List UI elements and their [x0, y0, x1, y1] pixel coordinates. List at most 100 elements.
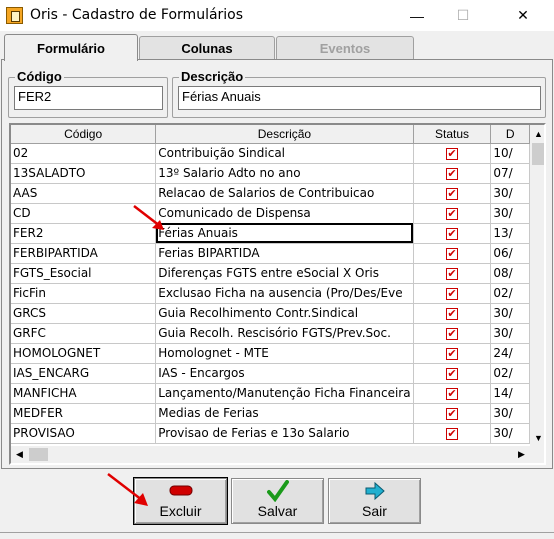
codigo-field[interactable]: FER2 [14, 86, 163, 110]
cell-codigo[interactable]: FGTS_Esocial [11, 263, 157, 284]
cell-descricao[interactable]: Provisao de Ferias e 13o Salario [155, 423, 414, 444]
status-checkbox-icon[interactable]: ✔ [446, 288, 458, 300]
cell-status[interactable]: ✔ [413, 323, 492, 344]
minimize-button[interactable]: — [394, 0, 440, 31]
sair-button[interactable]: Sair [328, 478, 421, 524]
cell-codigo[interactable]: CD [11, 203, 157, 224]
table-row[interactable]: AAS Relacao de Salarios de Contribuicao ✔ 3… [11, 183, 530, 204]
cell-descricao[interactable]: Ferias BIPARTIDA [155, 243, 414, 264]
cell-d[interactable]: 08/ [490, 263, 530, 284]
cell-d[interactable]: 30/ [490, 423, 530, 444]
status-checkbox-icon[interactable]: ✔ [446, 268, 458, 280]
cell-codigo[interactable]: AAS [11, 183, 157, 204]
column-header-descricao[interactable]: Descrição [155, 125, 414, 144]
status-checkbox-icon[interactable]: ✔ [446, 428, 458, 440]
horizontal-scrollbar[interactable]: ◀ ▶ [11, 446, 530, 463]
table-row[interactable]: IAS_ENCARG IAS - Encargos ✔ 02/ [11, 363, 530, 384]
column-header-d[interactable]: D [490, 125, 530, 144]
cell-descricao[interactable]: Férias Anuais [155, 223, 414, 244]
status-checkbox-icon[interactable]: ✔ [446, 168, 458, 180]
table-row[interactable]: 13SALADTO 13º Salario Adto no ano ✔ 07/ [11, 163, 530, 184]
cell-status[interactable]: ✔ [413, 243, 492, 264]
status-checkbox-icon[interactable]: ✔ [446, 408, 458, 420]
cell-d[interactable]: 30/ [490, 303, 530, 324]
table-row[interactable]: PROVISAO Provisao de Ferias e 13o Salario… [11, 423, 530, 444]
vertical-scrollbar[interactable]: ▲ ▼ [530, 125, 544, 446]
cell-codigo[interactable]: IAS_ENCARG [11, 363, 157, 384]
vertical-scroll-thumb[interactable] [532, 143, 544, 165]
cell-status[interactable]: ✔ [413, 203, 492, 224]
column-header-codigo[interactable]: Código [11, 125, 157, 144]
table-row[interactable]: FER2 Férias Anuais ✔ 13/ [11, 223, 530, 244]
cell-descricao[interactable]: Diferenças FGTS entre eSocial X Oris [155, 263, 414, 284]
cell-d[interactable]: 30/ [490, 183, 530, 204]
cell-codigo[interactable]: GRFC [11, 323, 157, 344]
table-row[interactable]: MANFICHA Lançamento/Manutenção Ficha Fina… [11, 383, 530, 404]
cell-status[interactable]: ✔ [413, 223, 492, 244]
tab-colunas[interactable]: Colunas [139, 36, 275, 60]
cell-status[interactable]: ✔ [413, 423, 492, 444]
cell-descricao[interactable]: Comunicado de Dispensa [155, 203, 414, 224]
cell-status[interactable]: ✔ [413, 143, 492, 164]
cell-codigo[interactable]: PROVISAO [11, 423, 157, 444]
cell-status[interactable]: ✔ [413, 363, 492, 384]
table-row[interactable]: FERBIPARTIDA Ferias BIPARTIDA ✔ 06/ [11, 243, 530, 264]
status-checkbox-icon[interactable]: ✔ [446, 348, 458, 360]
tab-formulario[interactable]: Formulário [4, 34, 138, 61]
cell-status[interactable]: ✔ [413, 163, 492, 184]
cell-d[interactable]: 07/ [490, 163, 530, 184]
cell-descricao[interactable]: Homolognet - MTE [155, 343, 414, 364]
horizontal-scroll-thumb[interactable] [29, 448, 48, 461]
table-row[interactable]: HOMOLOGNET Homolognet - MTE ✔ 24/ [11, 343, 530, 364]
cell-codigo[interactable]: FicFin [11, 283, 157, 304]
cell-descricao[interactable]: Medias de Ferias [155, 403, 414, 424]
cell-status[interactable]: ✔ [413, 403, 492, 424]
cell-descricao[interactable]: Exclusao Ficha na ausencia (Pro/Des/Eve [155, 283, 414, 304]
cell-codigo[interactable]: 02 [11, 143, 157, 164]
cell-status[interactable]: ✔ [413, 303, 492, 324]
status-checkbox-icon[interactable]: ✔ [446, 248, 458, 260]
cell-d[interactable]: 24/ [490, 343, 530, 364]
maximize-button[interactable]: ☐ [440, 0, 486, 31]
status-checkbox-icon[interactable]: ✔ [446, 368, 458, 380]
status-checkbox-icon[interactable]: ✔ [446, 388, 458, 400]
table-row[interactable]: GRCS Guia Recolhimento Contr.Sindical ✔ 30/ [11, 303, 530, 324]
status-checkbox-icon[interactable]: ✔ [446, 188, 458, 200]
excluir-button[interactable]: Excluir [133, 477, 228, 525]
scroll-left-icon[interactable]: ◀ [11, 446, 28, 463]
descricao-field[interactable]: Férias Anuais [178, 86, 541, 110]
cell-descricao[interactable]: IAS - Encargos [155, 363, 414, 384]
cell-codigo[interactable]: MEDFER [11, 403, 157, 424]
cell-descricao[interactable]: Relacao de Salarios de Contribuicao [155, 183, 414, 204]
table-row[interactable]: FGTS_Esocial Diferenças FGTS entre eSocia… [11, 263, 530, 284]
status-checkbox-icon[interactable]: ✔ [446, 308, 458, 320]
cell-d[interactable]: 06/ [490, 243, 530, 264]
table-row[interactable]: GRFC Guia Recolh. Rescisório FGTS/Prev.So… [11, 323, 530, 344]
scroll-right-icon[interactable]: ▶ [513, 446, 530, 463]
close-button[interactable]: ✕ [500, 0, 546, 31]
cell-d[interactable]: 13/ [490, 223, 530, 244]
cell-descricao[interactable]: Lançamento/Manutenção Ficha Financeira [155, 383, 414, 404]
cell-status[interactable]: ✔ [413, 383, 492, 404]
cell-codigo[interactable]: FER2 [11, 223, 157, 244]
status-checkbox-icon[interactable]: ✔ [446, 228, 458, 240]
cell-codigo[interactable]: MANFICHA [11, 383, 157, 404]
table-row[interactable]: CD Comunicado de Dispensa ✔ 30/ [11, 203, 530, 224]
cell-status[interactable]: ✔ [413, 263, 492, 284]
cell-d[interactable]: 30/ [490, 403, 530, 424]
status-checkbox-icon[interactable]: ✔ [446, 208, 458, 220]
cell-descricao[interactable]: 13º Salario Adto no ano [155, 163, 414, 184]
cell-descricao[interactable]: Contribuição Sindical [155, 143, 414, 164]
cell-codigo[interactable]: FERBIPARTIDA [11, 243, 157, 264]
cell-status[interactable]: ✔ [413, 183, 492, 204]
cell-descricao[interactable]: Guia Recolh. Rescisório FGTS/Prev.Soc. [155, 323, 414, 344]
table-row[interactable]: FicFin Exclusao Ficha na ausencia (Pro/De… [11, 283, 530, 304]
scroll-down-icon[interactable]: ▼ [530, 429, 544, 446]
cell-d[interactable]: 30/ [490, 203, 530, 224]
table-row[interactable]: 02 Contribuição Sindical ✔ 10/ [11, 143, 530, 164]
status-checkbox-icon[interactable]: ✔ [446, 328, 458, 340]
cell-codigo[interactable]: GRCS [11, 303, 157, 324]
salvar-button[interactable]: Salvar [231, 478, 324, 524]
cell-d[interactable]: 02/ [490, 283, 530, 304]
table-row[interactable]: MEDFER Medias de Ferias ✔ 30/ [11, 403, 530, 424]
